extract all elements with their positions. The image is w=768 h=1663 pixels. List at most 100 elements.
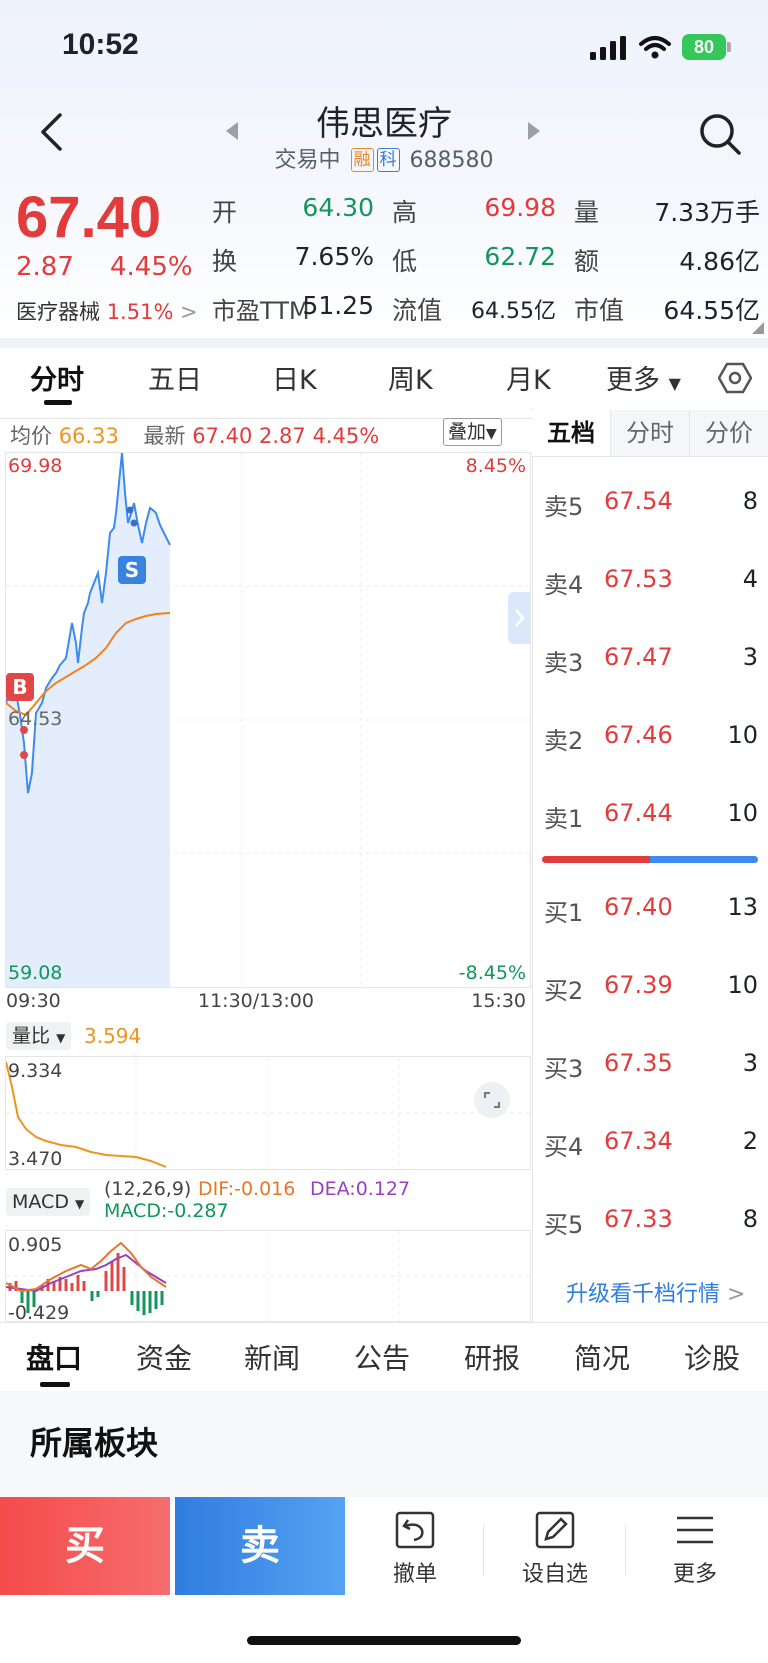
home-indicator[interactable] bbox=[247, 1636, 521, 1645]
edit-icon bbox=[535, 1511, 575, 1549]
stat-volume: 7.33万手 bbox=[654, 198, 760, 227]
overlay-button[interactable]: 叠加▼ bbox=[443, 418, 502, 446]
divider bbox=[625, 1525, 626, 1575]
settings-hex-icon[interactable] bbox=[718, 362, 752, 394]
cancel-order-button[interactable]: 撤单 bbox=[375, 1510, 455, 1588]
search-icon[interactable] bbox=[698, 112, 742, 156]
tab-news[interactable]: 新闻 bbox=[244, 1337, 300, 1377]
tab-announcements[interactable]: 公告 bbox=[354, 1337, 410, 1377]
macd-value: MACD:-0.287 bbox=[104, 1200, 229, 1222]
sector-pct: 1.51% bbox=[106, 300, 174, 324]
tab-profile[interactable]: 简况 bbox=[574, 1337, 630, 1377]
macd-params: (12,26,9) bbox=[104, 1178, 192, 1200]
stat-label: 市盈TTM bbox=[212, 297, 310, 325]
tab-diagnosis[interactable]: 诊股 bbox=[684, 1337, 740, 1377]
buy-button[interactable]: 买 bbox=[0, 1497, 170, 1595]
intraday-chart[interactable] bbox=[6, 453, 530, 987]
ask-3-volume: 3 bbox=[742, 643, 758, 671]
stat-label: 开 bbox=[212, 198, 238, 227]
tab-daily-k[interactable]: 日K bbox=[272, 358, 317, 397]
more-button[interactable]: 更多 bbox=[655, 1510, 735, 1588]
ask-3-price: 67.47 bbox=[604, 643, 673, 671]
fullscreen-icon bbox=[484, 1092, 500, 1108]
stat-label: 量 bbox=[574, 198, 600, 227]
tab-five-levels[interactable]: 五档 bbox=[532, 410, 611, 456]
sector-name: 医疗器械 bbox=[16, 300, 100, 324]
ask-4-price: 67.53 bbox=[604, 565, 673, 593]
ask-2-label: 卖2 bbox=[544, 727, 584, 755]
stat-low: 62.72 bbox=[484, 242, 556, 271]
stock-code: 688580 bbox=[409, 148, 494, 173]
sell-marker[interactable]: S bbox=[118, 556, 146, 584]
more-label: 更多 bbox=[672, 1562, 717, 1587]
time-axis-start: 09:30 bbox=[6, 990, 61, 1012]
star-market-tag: 科 bbox=[376, 148, 400, 172]
battery-cap bbox=[727, 42, 731, 52]
add-watchlist-label: 设自选 bbox=[521, 1562, 588, 1587]
section-title: 所属板块 bbox=[30, 1424, 159, 1462]
trading-status: 交易中 bbox=[274, 148, 341, 173]
latest-value: 67.40 bbox=[192, 424, 253, 448]
bid-ask-ratio-red bbox=[542, 856, 650, 863]
macd-dea: DEA:0.127 bbox=[310, 1178, 411, 1200]
bid-ask-ratio-blue bbox=[650, 856, 758, 863]
bid-5-volume: 8 bbox=[742, 1205, 758, 1233]
pct-axis-low: -8.45% bbox=[458, 962, 526, 984]
tab-more[interactable]: 更多 ▼ bbox=[606, 358, 681, 397]
info-tab-indicator bbox=[40, 1382, 70, 1387]
bid-4-price: 67.34 bbox=[604, 1127, 673, 1155]
volume-ratio-high: 9.334 bbox=[8, 1060, 63, 1082]
expand-corner-icon[interactable] bbox=[752, 322, 764, 334]
buy-marker[interactable]: B bbox=[6, 673, 34, 701]
cancel-order-label: 撤单 bbox=[392, 1562, 437, 1587]
tab-active-indicator bbox=[44, 400, 72, 405]
ask-5-volume: 8 bbox=[742, 487, 758, 515]
tab-five-day[interactable]: 五日 bbox=[148, 358, 202, 397]
macd-label: MACD bbox=[12, 1191, 69, 1213]
collapse-panel-handle[interactable] bbox=[508, 592, 530, 644]
sector-link[interactable]: 医疗器械 1.51% > bbox=[16, 296, 198, 326]
ask-5-price: 67.54 bbox=[604, 487, 673, 515]
latest-label: 最新 bbox=[143, 424, 186, 448]
tab-monthly-k[interactable]: 月K bbox=[506, 358, 551, 397]
divider bbox=[483, 1525, 484, 1575]
tab-weekly-k[interactable]: 周K bbox=[388, 358, 433, 397]
margin-tag: 融 bbox=[350, 148, 374, 172]
stat-turnover: 7.65% bbox=[294, 242, 374, 271]
stat-label: 低 bbox=[392, 247, 418, 276]
bid-2-label: 买2 bbox=[544, 977, 584, 1005]
avg-label: 均价 bbox=[10, 424, 52, 448]
macd-low: -0.429 bbox=[8, 1302, 70, 1324]
tab-tick[interactable]: 分时 bbox=[611, 410, 690, 456]
tab-research[interactable]: 研报 bbox=[464, 1337, 520, 1377]
bid-1-price: 67.40 bbox=[604, 893, 673, 921]
bid-3-volume: 3 bbox=[742, 1049, 758, 1077]
undo-icon bbox=[395, 1511, 435, 1549]
volume-ratio-selector[interactable]: 量比 ▼ bbox=[6, 1022, 72, 1050]
bid-2-volume: 10 bbox=[727, 971, 758, 999]
tab-orderbook[interactable]: 盘口 bbox=[26, 1337, 82, 1377]
volume-ratio-chart bbox=[6, 1057, 530, 1169]
time-axis-mid: 11:30/13:00 bbox=[198, 990, 314, 1012]
bid-5-label: 买5 bbox=[544, 1211, 584, 1239]
macd-selector[interactable]: MACD ▼ bbox=[6, 1188, 91, 1216]
overlay-label: 叠加 bbox=[448, 421, 487, 443]
upgrade-depth-label: 升级看千档行情 bbox=[566, 1282, 721, 1307]
tab-more-label: 更多 bbox=[606, 365, 660, 396]
tab-funds[interactable]: 资金 bbox=[136, 1337, 192, 1377]
tab-price-dist[interactable]: 分价 bbox=[690, 410, 768, 456]
volume-ratio-value: 3.594 bbox=[84, 1024, 142, 1048]
tab-intraday[interactable]: 分时 bbox=[30, 358, 84, 397]
fullscreen-button[interactable] bbox=[474, 1082, 510, 1118]
upgrade-depth-link[interactable]: 升级看千档行情 > bbox=[566, 1276, 745, 1308]
add-watchlist-button[interactable]: 设自选 bbox=[515, 1510, 595, 1588]
sell-button[interactable]: 卖 bbox=[175, 1497, 345, 1595]
time-axis-end: 15:30 bbox=[471, 990, 526, 1012]
stock-name: 伟思医疗 bbox=[316, 104, 452, 144]
stat-amount: 4.86亿 bbox=[679, 247, 760, 276]
latest-pct: 4.45% bbox=[312, 424, 380, 448]
ask-1-label: 卖1 bbox=[544, 805, 584, 833]
ask-2-price: 67.46 bbox=[604, 721, 673, 749]
chevron-right-icon: > bbox=[727, 1282, 746, 1307]
caret-down-icon: ▼ bbox=[486, 426, 497, 442]
